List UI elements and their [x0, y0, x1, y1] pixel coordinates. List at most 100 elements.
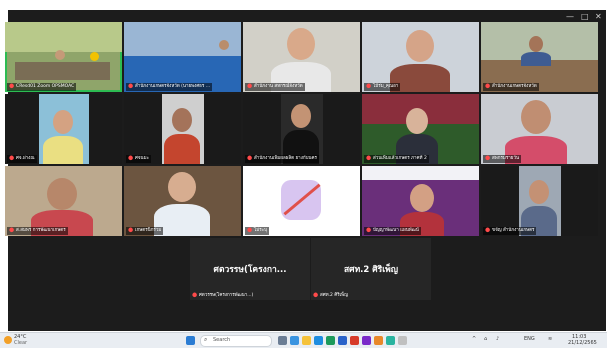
mic-muted-icon: ⬤	[128, 228, 134, 233]
clock-date[interactable]: 21/12/2565	[568, 340, 597, 346]
participant-head	[47, 178, 77, 210]
participant-body	[164, 134, 200, 164]
mic-muted-icon: ⬤	[247, 84, 253, 89]
participant-head	[410, 184, 434, 212]
mic-muted-icon: ⬤	[128, 84, 134, 89]
participant-head	[287, 28, 315, 60]
participant-name: ⬤ CResd01 Zoom OPSMOAC	[7, 83, 77, 91]
app-icon[interactable]	[374, 336, 383, 345]
video-tile[interactable]: ⬤ CResd01 Zoom OPSMOAC	[5, 22, 122, 92]
volume-icon[interactable]: ♪	[496, 336, 499, 342]
video-tile[interactable]: ⬤ ไม้ร่ม_คุณอา	[362, 22, 479, 92]
video-tile[interactable]: ⬤ ไม่ระบุ	[243, 166, 360, 236]
mic-muted-icon: ⬤	[485, 228, 491, 233]
mic-muted-icon: ⬤	[485, 156, 491, 161]
network-icon[interactable]: ⌂	[484, 336, 487, 342]
meeting-room-banner	[5, 22, 122, 52]
search-box[interactable]: ⌕ Search	[200, 335, 272, 347]
participant-head	[90, 52, 99, 61]
participant-name: ⬤ ปัญญาพัฒนา แผนพัฒน์	[364, 227, 421, 235]
participant-display-name: ศตวรรษ(โครงกา...	[213, 265, 287, 275]
participant-display-name: สศท.2 ศิริเพ็ญ	[343, 265, 398, 275]
participant-head	[521, 100, 551, 134]
participant-head	[53, 110, 73, 134]
participant-name: ⬤ สศท.2 ศิริเพ็ญ	[313, 293, 348, 298]
mic-muted-icon: ⬤	[247, 228, 253, 233]
mic-muted-icon: ⬤	[366, 228, 372, 233]
participant-name: ⬤ ไม่ระบุ	[245, 227, 269, 235]
widgets-icon[interactable]	[290, 336, 299, 345]
video-tile[interactable]: ⬤ สำนักงานเพิ่มผลผลิต ยางกับนคร	[243, 94, 360, 164]
participant-name: ⬤ ส่วนเพิ่มแล้วเกษตร ภาคที่ 2	[364, 155, 429, 163]
mic-muted-icon: ⬤	[247, 156, 253, 161]
participant-name: ⬤ เกษตรนิกร่วม	[126, 227, 164, 235]
mic-muted-icon: ⬤	[313, 293, 319, 298]
participant-head	[168, 172, 196, 202]
tray-chevron-icon[interactable]: ^	[472, 336, 476, 342]
app-icon[interactable]	[362, 336, 371, 345]
taskbar: 24°C Clear ⌕ Search ^ ⌂ ♪ ENG ≋ 11:03 21…	[0, 332, 607, 348]
window: — □ ✕ ⬤ CResd01 Zoom OPSMOAC ⬤ สำนักงานเกษ…	[0, 0, 607, 348]
video-tile-camera-off[interactable]: สศท.2 ศิริเพ็ญ ⬤ สศท.2 ศิริเพ็ญ	[311, 238, 431, 300]
virtual-background-banner	[362, 166, 479, 180]
mic-muted-icon: ⬤	[9, 156, 15, 161]
video-tile[interactable]: ⬤ สำนักงาน สหกรณ์จังหวัด	[243, 22, 360, 92]
participant-name: ⬤ ไม้ร่ม_คุณอา	[364, 83, 401, 91]
participant-body	[521, 52, 551, 66]
minimize-button[interactable]: —	[566, 12, 574, 22]
maximize-button[interactable]: □	[581, 12, 589, 22]
room-background	[124, 22, 241, 56]
participant-head	[55, 50, 65, 60]
participant-head	[529, 36, 543, 52]
app-icon[interactable]	[350, 336, 359, 345]
mic-muted-icon: ⬤	[9, 228, 15, 233]
participant-name: ⬤ สำนักงาน สหกรณ์จังหวัด	[245, 83, 305, 91]
file-explorer-icon[interactable]	[302, 336, 311, 345]
video-tile[interactable]: ⬤ ขจัญ สำนักงานเกษตร	[481, 166, 598, 236]
meeting-table	[15, 62, 110, 80]
participant-name: ⬤ สำนักงานเพิ่มผลผลิต ยางกับนคร	[245, 155, 319, 163]
participant-name: ⬤ ส.สมพร การพัฒนาเกษตร	[7, 227, 68, 235]
participant-head	[529, 180, 549, 204]
edge-icon[interactable]	[314, 336, 323, 345]
participant-name: ⬤ สำนักงานเกษตรจังหวัด (นายพงศธร ...	[126, 83, 213, 91]
search-placeholder: Search	[213, 337, 231, 343]
app-icon[interactable]	[398, 336, 407, 345]
mic-muted-icon: ⬤	[366, 84, 372, 89]
mic-muted-icon: ⬤	[9, 84, 15, 89]
video-tile[interactable]: ⬤ ศจ.ฝางณ	[5, 94, 122, 164]
participant-body	[43, 136, 83, 164]
language-indicator[interactable]: ENG	[524, 336, 535, 342]
participant-head	[406, 30, 434, 62]
gallery-view: ⬤ CResd01 Zoom OPSMOAC ⬤ สำนักงานเกษตรจังห…	[5, 22, 598, 238]
mic-muted-icon: ⬤	[192, 293, 198, 298]
weather-icon	[4, 336, 12, 344]
zoom-icon[interactable]	[338, 336, 347, 345]
video-tile[interactable]: ⬤ สพกรมรายวัน	[481, 94, 598, 164]
participant-head	[219, 40, 229, 50]
close-button[interactable]: ✕	[595, 12, 602, 22]
participant-name: ⬤ ศตวรรษ(โครงการพัฒนา...)	[192, 293, 254, 298]
video-tile[interactable]: ⬤ สำนักงานเกษตรจังหวัด	[481, 22, 598, 92]
participant-name: ⬤ ขจัญ สำนักงานเกษตร	[483, 227, 537, 235]
video-tile[interactable]: ⬤ ปัญญาพัฒนา แผนพัฒน์	[362, 166, 479, 236]
weather-desc: Clear	[14, 340, 28, 346]
chrome-icon[interactable]	[326, 336, 335, 345]
app-icon[interactable]	[386, 336, 395, 345]
video-tile[interactable]: ⬤ สำนักงานเกษตรจังหวัด (นายพงศธร ...	[124, 22, 241, 92]
mic-muted-icon: ⬤	[485, 84, 491, 89]
video-tile[interactable]: ⬤ ศจนมะ	[124, 94, 241, 164]
windows-start-icon[interactable]	[186, 336, 195, 345]
video-tile[interactable]: ⬤ ส่วนเพิ่มแล้วเกษตร ภาคที่ 2	[362, 94, 479, 164]
video-tile[interactable]: ⬤ เกษตรนิกร่วม	[124, 166, 241, 236]
video-tile-camera-off[interactable]: ศตวรรษ(โครงกา... ⬤ ศตวรรษ(โครงการพัฒนา...…	[190, 238, 310, 300]
video-tile[interactable]: ⬤ ส.สมพร การพัฒนาเกษตร	[5, 166, 122, 236]
wifi-icon[interactable]: ≋	[548, 336, 552, 342]
participant-name: ⬤ สพกรมรายวัน	[483, 155, 522, 163]
participant-name: ⬤ สำนักงานเกษตรจังหวัด	[483, 83, 539, 91]
mic-muted-icon: ⬤	[366, 156, 372, 161]
task-view-icon[interactable]	[278, 336, 287, 345]
search-icon: ⌕	[204, 336, 208, 343]
participant-head	[406, 108, 428, 134]
participant-name: ⬤ ศจ.ฝางณ	[7, 155, 37, 163]
